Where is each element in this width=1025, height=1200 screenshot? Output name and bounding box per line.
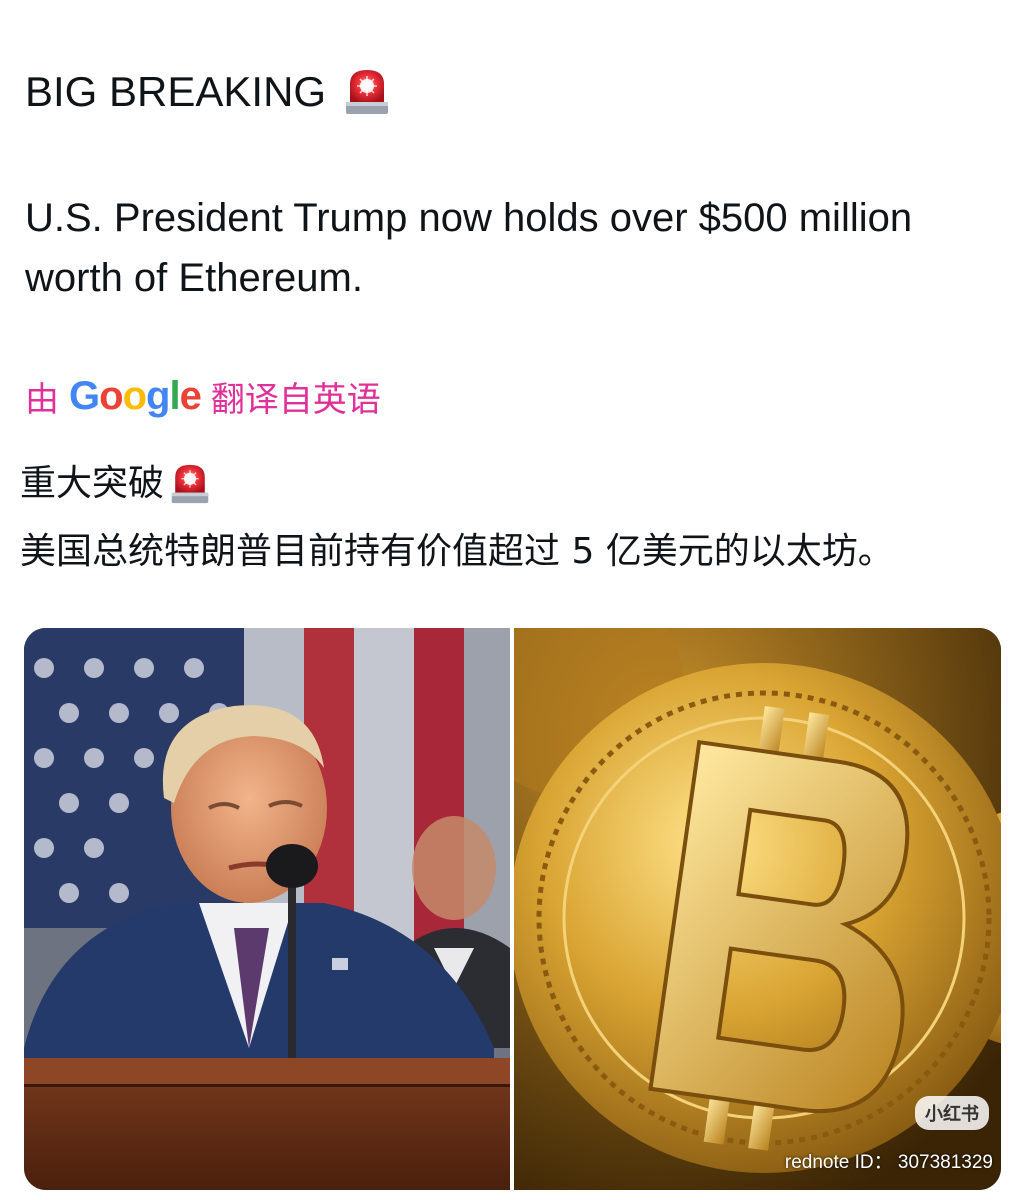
- rednote-badge: 小红书: [915, 1096, 989, 1130]
- translation-suffix: 翻译自英语: [210, 380, 381, 419]
- speaker-illustration: [24, 628, 510, 1190]
- siren-icon: [346, 70, 389, 114]
- siren-icon: [171, 464, 209, 504]
- translation-notice[interactable]: 由 Google 翻译自英语: [25, 366, 381, 426]
- post-image[interactable]: 小红书 rednote ID： 307381329: [24, 628, 1001, 1190]
- google-logo: Google: [69, 373, 202, 418]
- translated-headline-text: 重大突破: [20, 463, 165, 504]
- post-headline: BIG BREAKING: [25, 64, 390, 120]
- post-body: U.S. President Trump now holds over $500…: [25, 196, 913, 300]
- translated-headline: 重大突破: [20, 458, 210, 510]
- translated-body: 美国总统特朗普目前持有价值超过 5 亿美元的以太坊。: [20, 531, 894, 572]
- headline-text: BIG BREAKING: [25, 68, 327, 115]
- rednote-watermark: rednote ID： 307381329: [784, 1152, 993, 1173]
- speaker-photo: [24, 628, 510, 1190]
- post: BIG BREAKING U.S. President Trump now ho…: [0, 0, 1025, 1200]
- translation-prefix: 由: [25, 380, 59, 419]
